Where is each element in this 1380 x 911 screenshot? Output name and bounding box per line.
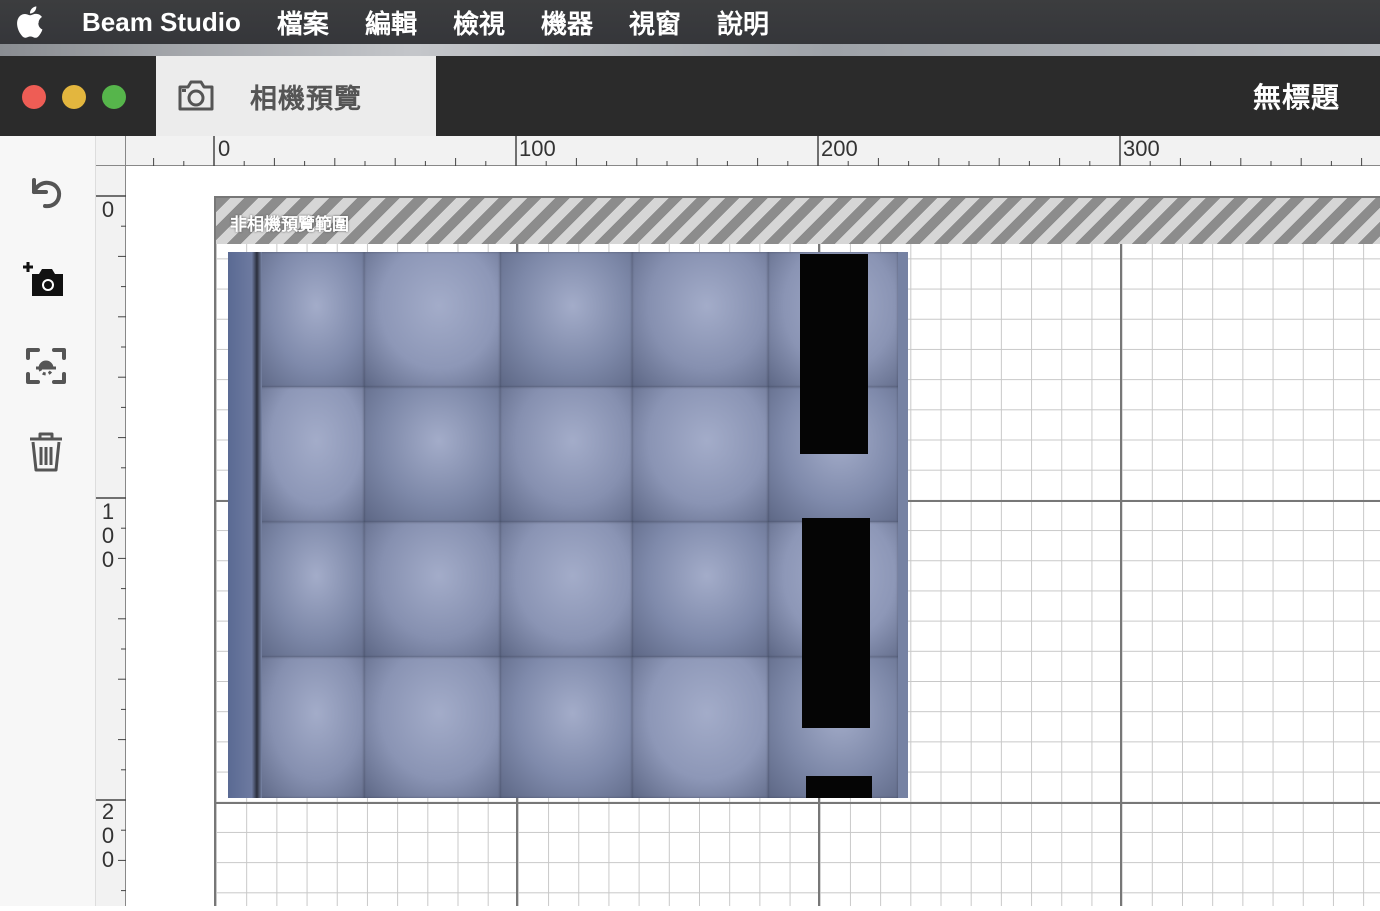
preview-dark-object bbox=[806, 776, 872, 798]
preview-dark-object bbox=[800, 254, 868, 454]
ruler-left-label-200: 200 bbox=[101, 799, 115, 872]
ruler-top-label-300: 300 bbox=[1123, 136, 1160, 161]
preview-tile bbox=[364, 252, 500, 387]
out-of-range-label: 非相機預覽範圍 bbox=[230, 215, 349, 234]
tab-label: 相機預覽 bbox=[250, 83, 362, 114]
preview-tile bbox=[500, 522, 632, 657]
document-title: 無標題 bbox=[1252, 82, 1340, 113]
desktop-strip bbox=[0, 44, 1380, 56]
ruler-horizontal: 0 100 200 300 bbox=[126, 136, 1380, 166]
add-camera-icon[interactable] bbox=[22, 258, 70, 306]
out-of-camera-range-band: 非相機預覽範圍 bbox=[216, 198, 1380, 244]
preview-tile bbox=[364, 522, 500, 657]
preview-tile bbox=[364, 387, 500, 522]
tab-camera-preview[interactable]: 相機預覽 bbox=[156, 56, 436, 136]
camera-icon bbox=[178, 80, 214, 111]
left-toolbar bbox=[0, 136, 96, 906]
menu-view[interactable]: 檢視 bbox=[435, 4, 523, 41]
preview-dark-object bbox=[802, 518, 870, 728]
camera-preview-image bbox=[228, 252, 908, 798]
work-area-grid[interactable]: 非相機預覽範圍 bbox=[214, 196, 1380, 906]
trash-icon[interactable] bbox=[22, 428, 70, 476]
canvas-area[interactable]: 非相機預覽範圍 bbox=[126, 166, 1380, 906]
maximize-window-button[interactable] bbox=[102, 85, 126, 109]
preview-tile bbox=[258, 657, 364, 798]
menu-file[interactable]: 檔案 bbox=[259, 4, 347, 41]
app-name-menu[interactable]: Beam Studio bbox=[60, 7, 259, 38]
menu-window[interactable]: 視窗 bbox=[611, 4, 699, 41]
preview-tile bbox=[632, 657, 768, 798]
menu-bar: Beam Studio 檔案 編輯 檢視 機器 視窗 說明 bbox=[0, 0, 1380, 44]
ruler-vertical: 0 100 200 bbox=[96, 166, 126, 906]
preview-tile bbox=[500, 657, 632, 798]
ruler-top-label-200: 200 bbox=[821, 136, 858, 161]
preview-tile bbox=[500, 252, 632, 387]
menu-edit[interactable]: 編輯 bbox=[347, 4, 435, 41]
preview-tile bbox=[632, 252, 768, 387]
ruler-corner bbox=[96, 136, 126, 166]
preview-tile bbox=[258, 252, 364, 387]
menu-help[interactable]: 說明 bbox=[699, 4, 787, 41]
ruler-left-label-100: 100 bbox=[101, 499, 115, 572]
preview-tile bbox=[364, 657, 500, 798]
menu-machine[interactable]: 機器 bbox=[523, 4, 611, 41]
preview-tile bbox=[258, 522, 364, 657]
preview-edge-strip bbox=[228, 252, 262, 798]
preview-tile bbox=[632, 522, 768, 657]
ruler-horizontal-ticks bbox=[153, 136, 1363, 166]
close-window-button[interactable] bbox=[22, 85, 46, 109]
auto-focus-icon[interactable] bbox=[22, 342, 70, 390]
ruler-top-label-100: 100 bbox=[519, 136, 556, 161]
apple-icon[interactable] bbox=[0, 6, 60, 38]
preview-tile bbox=[500, 387, 632, 522]
preview-tile bbox=[632, 387, 768, 522]
preview-tile bbox=[258, 387, 364, 522]
ruler-top-label-0: 0 bbox=[218, 136, 231, 161]
undo-icon[interactable] bbox=[22, 170, 70, 218]
ruler-left-label-0: 0 bbox=[101, 197, 115, 222]
minimize-window-button[interactable] bbox=[62, 85, 86, 109]
